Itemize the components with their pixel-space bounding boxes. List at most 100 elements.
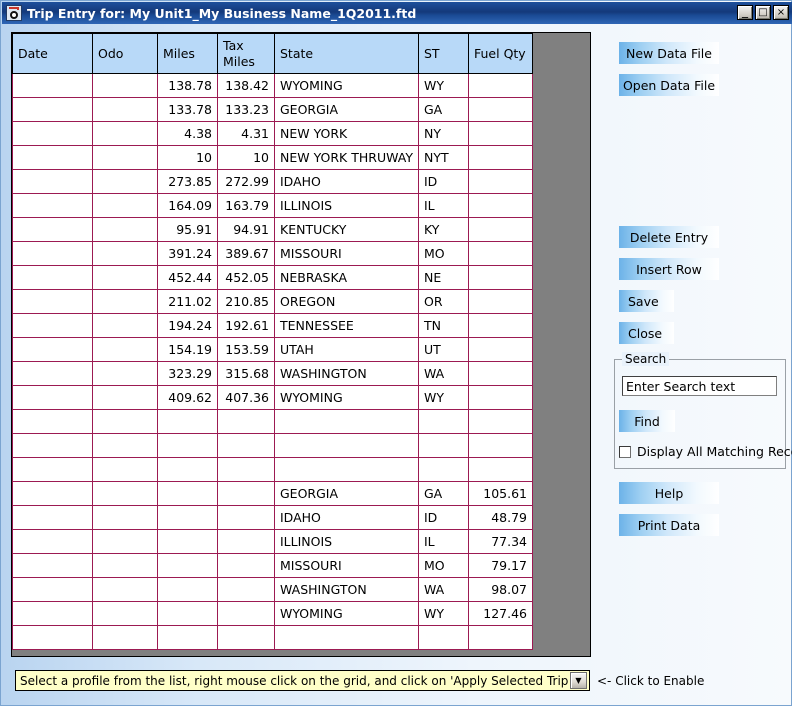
chevron-down-icon[interactable]: ▼: [570, 672, 587, 689]
cell-st[interactable]: WA: [418, 361, 469, 386]
cell-tax-miles[interactable]: [217, 457, 275, 482]
cell-fuel-qty[interactable]: [468, 457, 533, 482]
cell-miles[interactable]: 391.24: [157, 241, 218, 266]
cell-state[interactable]: NEBRASKA: [274, 265, 419, 290]
table-row[interactable]: 154.19 153.59 UTAH UT: [12, 337, 533, 362]
save-button[interactable]: Save: [619, 290, 674, 312]
cell-odo[interactable]: [92, 217, 158, 242]
cell-fuel-qty[interactable]: [468, 217, 533, 242]
cell-miles[interactable]: [157, 529, 218, 554]
cell-odo[interactable]: [92, 385, 158, 410]
cell-state[interactable]: WASHINGTON: [274, 361, 419, 386]
cell-tax-miles[interactable]: 138.42: [217, 73, 275, 98]
cell-st[interactable]: [418, 433, 469, 458]
cell-st[interactable]: IL: [418, 529, 469, 554]
table-row[interactable]: [12, 625, 533, 650]
cell-date[interactable]: [12, 313, 93, 338]
cell-fuel-qty[interactable]: 48.79: [468, 505, 533, 530]
cell-tax-miles[interactable]: 4.31: [217, 121, 275, 146]
table-row[interactable]: 10 10 NEW YORK THRUWAY NYT: [12, 145, 533, 170]
cell-date[interactable]: [12, 289, 93, 314]
cell-date[interactable]: [12, 337, 93, 362]
cell-tax-miles[interactable]: 315.68: [217, 361, 275, 386]
cell-st[interactable]: [418, 409, 469, 434]
table-row[interactable]: 391.24 389.67 MISSOURI MO: [12, 241, 533, 266]
cell-state[interactable]: [274, 457, 419, 482]
cell-st[interactable]: [418, 457, 469, 482]
cell-st[interactable]: WA: [418, 577, 469, 602]
cell-fuel-qty[interactable]: 127.46: [468, 601, 533, 626]
cell-tax-miles[interactable]: 163.79: [217, 193, 275, 218]
cell-odo[interactable]: [92, 529, 158, 554]
cell-state[interactable]: ILLINOIS: [274, 193, 419, 218]
cell-date[interactable]: [12, 361, 93, 386]
cell-tax-miles[interactable]: 210.85: [217, 289, 275, 314]
cell-tax-miles[interactable]: [217, 481, 275, 506]
cell-date[interactable]: [12, 145, 93, 170]
cell-odo[interactable]: [92, 265, 158, 290]
print-data-button[interactable]: Print Data: [619, 514, 719, 536]
cell-state[interactable]: OREGON: [274, 289, 419, 314]
cell-miles[interactable]: [157, 409, 218, 434]
cell-fuel-qty[interactable]: [468, 409, 533, 434]
cell-st[interactable]: [418, 625, 469, 650]
cell-date[interactable]: [12, 625, 93, 650]
cell-odo[interactable]: [92, 121, 158, 146]
cell-fuel-qty[interactable]: 79.17: [468, 553, 533, 578]
cell-state[interactable]: WYOMING: [274, 73, 419, 98]
close-button[interactable]: ×: [773, 5, 789, 20]
cell-tax-miles[interactable]: [217, 601, 275, 626]
cell-odo[interactable]: [92, 241, 158, 266]
cell-odo[interactable]: [92, 457, 158, 482]
cell-miles[interactable]: [157, 505, 218, 530]
table-row[interactable]: GEORGIA GA 105.61: [12, 481, 533, 506]
trip-profile-combobox[interactable]: Select a profile from the list, right mo…: [15, 670, 590, 691]
cell-fuel-qty[interactable]: [468, 385, 533, 410]
table-row[interactable]: 323.29 315.68 WASHINGTON WA: [12, 361, 533, 386]
column-header-tax-miles[interactable]: Tax Miles: [217, 33, 275, 74]
display-all-matching-records-row[interactable]: Display All Matching Records: [619, 444, 792, 459]
cell-fuel-qty[interactable]: 77.34: [468, 529, 533, 554]
cell-fuel-qty[interactable]: [468, 241, 533, 266]
delete-entry-button[interactable]: Delete Entry: [619, 226, 719, 248]
cell-odo[interactable]: [92, 313, 158, 338]
cell-state[interactable]: ILLINOIS: [274, 529, 419, 554]
cell-fuel-qty[interactable]: [468, 433, 533, 458]
cell-fuel-qty[interactable]: [468, 121, 533, 146]
table-row[interactable]: IDAHO ID 48.79: [12, 505, 533, 530]
cell-date[interactable]: [12, 457, 93, 482]
table-row[interactable]: [12, 433, 533, 458]
table-row[interactable]: MISSOURI MO 79.17: [12, 553, 533, 578]
maximize-button[interactable]: □: [755, 5, 771, 20]
cell-date[interactable]: [12, 121, 93, 146]
cell-tax-miles[interactable]: 10: [217, 145, 275, 170]
cell-odo[interactable]: [92, 433, 158, 458]
cell-date[interactable]: [12, 169, 93, 194]
cell-st[interactable]: MO: [418, 241, 469, 266]
cell-tax-miles[interactable]: [217, 529, 275, 554]
cell-st[interactable]: KY: [418, 217, 469, 242]
cell-miles[interactable]: 273.85: [157, 169, 218, 194]
column-header-fuel-qty[interactable]: Fuel Qty: [468, 33, 533, 74]
cell-fuel-qty[interactable]: [468, 361, 533, 386]
open-data-file-button[interactable]: Open Data File: [619, 74, 719, 96]
cell-tax-miles[interactable]: [217, 577, 275, 602]
cell-st[interactable]: UT: [418, 337, 469, 362]
table-row[interactable]: 164.09 163.79 ILLINOIS IL: [12, 193, 533, 218]
column-header-date[interactable]: Date: [12, 33, 93, 74]
cell-miles[interactable]: 409.62: [157, 385, 218, 410]
table-row[interactable]: WYOMING WY 127.46: [12, 601, 533, 626]
find-button[interactable]: Find: [619, 410, 675, 432]
cell-st[interactable]: WY: [418, 601, 469, 626]
cell-date[interactable]: [12, 529, 93, 554]
cell-date[interactable]: [12, 409, 93, 434]
cell-odo[interactable]: [92, 97, 158, 122]
cell-st[interactable]: WY: [418, 73, 469, 98]
cell-odo[interactable]: [92, 505, 158, 530]
table-row[interactable]: WASHINGTON WA 98.07: [12, 577, 533, 602]
column-header-miles[interactable]: Miles: [157, 33, 218, 74]
trip-entry-grid[interactable]: Date Odo Miles Tax Miles State ST Fuel Q…: [11, 32, 591, 657]
cell-st[interactable]: GA: [418, 481, 469, 506]
cell-date[interactable]: [12, 265, 93, 290]
cell-state[interactable]: GEORGIA: [274, 481, 419, 506]
